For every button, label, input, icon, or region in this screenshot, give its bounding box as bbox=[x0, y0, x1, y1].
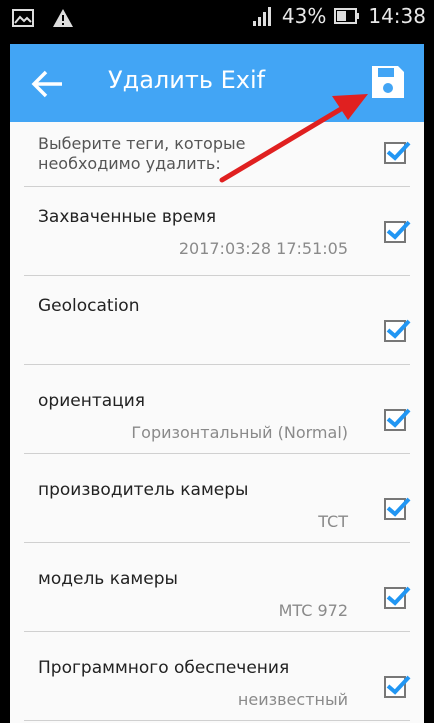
tag-list: Выберите теги, которые необходимо удалит… bbox=[10, 122, 424, 721]
list-item[interactable]: Захваченные время 2017:03:28 17:51:05 bbox=[24, 187, 411, 276]
tag-checkbox[interactable] bbox=[384, 497, 411, 520]
tag-label: Программного обеспечения bbox=[38, 658, 290, 678]
clock: 14:38 bbox=[368, 4, 426, 28]
list-item[interactable]: ориентация Горизонтальный (Normal) bbox=[24, 365, 411, 454]
list-item[interactable]: Программного обеспечения неизвестный bbox=[24, 632, 411, 721]
tag-label: производитель камеры bbox=[38, 480, 249, 500]
select-tags-prompt: Выберите теги, которые необходимо удалит… bbox=[38, 134, 246, 173]
tag-label: модель камеры bbox=[38, 569, 178, 589]
checkmark-icon bbox=[386, 586, 411, 606]
checkmark-icon bbox=[386, 141, 411, 161]
tag-value: Горизонтальный (Normal) bbox=[131, 423, 348, 442]
tag-checkbox[interactable] bbox=[384, 408, 411, 431]
remove-exif-dialog: Удалить Exif Выберите теги, которые необ… bbox=[10, 44, 424, 723]
tag-value: TCT bbox=[318, 512, 348, 531]
checkmark-icon bbox=[386, 220, 411, 240]
tag-checkbox[interactable] bbox=[384, 675, 411, 698]
tag-checkbox[interactable] bbox=[384, 586, 411, 609]
warning-icon bbox=[53, 9, 73, 27]
checkmark-icon bbox=[386, 497, 411, 517]
back-button[interactable] bbox=[28, 64, 68, 104]
tag-value: MTC 972 bbox=[278, 601, 348, 620]
checkmark-icon bbox=[386, 319, 411, 339]
tag-value: неизвестный bbox=[237, 690, 348, 709]
list-item[interactable]: Geolocation bbox=[24, 276, 411, 365]
tag-checkbox[interactable] bbox=[384, 220, 411, 243]
signal-icon bbox=[252, 7, 271, 26]
image-notification-icon bbox=[12, 9, 34, 27]
floppy-disk-icon bbox=[372, 66, 404, 98]
page-title: Удалить Exif bbox=[108, 66, 266, 94]
select-all-row[interactable]: Выберите теги, которые необходимо удалит… bbox=[24, 122, 411, 187]
status-bar: 43% 14:38 bbox=[0, 0, 434, 36]
tag-label: ориентация bbox=[38, 391, 145, 411]
arrow-left-icon bbox=[31, 70, 62, 98]
checkmark-icon bbox=[386, 675, 411, 695]
list-item[interactable]: производитель камеры TCT bbox=[24, 454, 411, 543]
tag-checkbox[interactable] bbox=[384, 319, 411, 342]
select-all-checkbox[interactable] bbox=[384, 141, 411, 164]
tag-label: Geolocation bbox=[38, 296, 140, 316]
save-button[interactable] bbox=[368, 62, 408, 102]
battery-percent: 43% bbox=[281, 4, 327, 28]
tag-label: Захваченные время bbox=[38, 207, 217, 227]
checkmark-icon bbox=[386, 408, 411, 428]
list-item[interactable]: модель камеры MTC 972 bbox=[24, 543, 411, 632]
battery-icon bbox=[334, 8, 360, 24]
toolbar: Удалить Exif bbox=[10, 44, 424, 122]
tag-value: 2017:03:28 17:51:05 bbox=[178, 239, 348, 258]
